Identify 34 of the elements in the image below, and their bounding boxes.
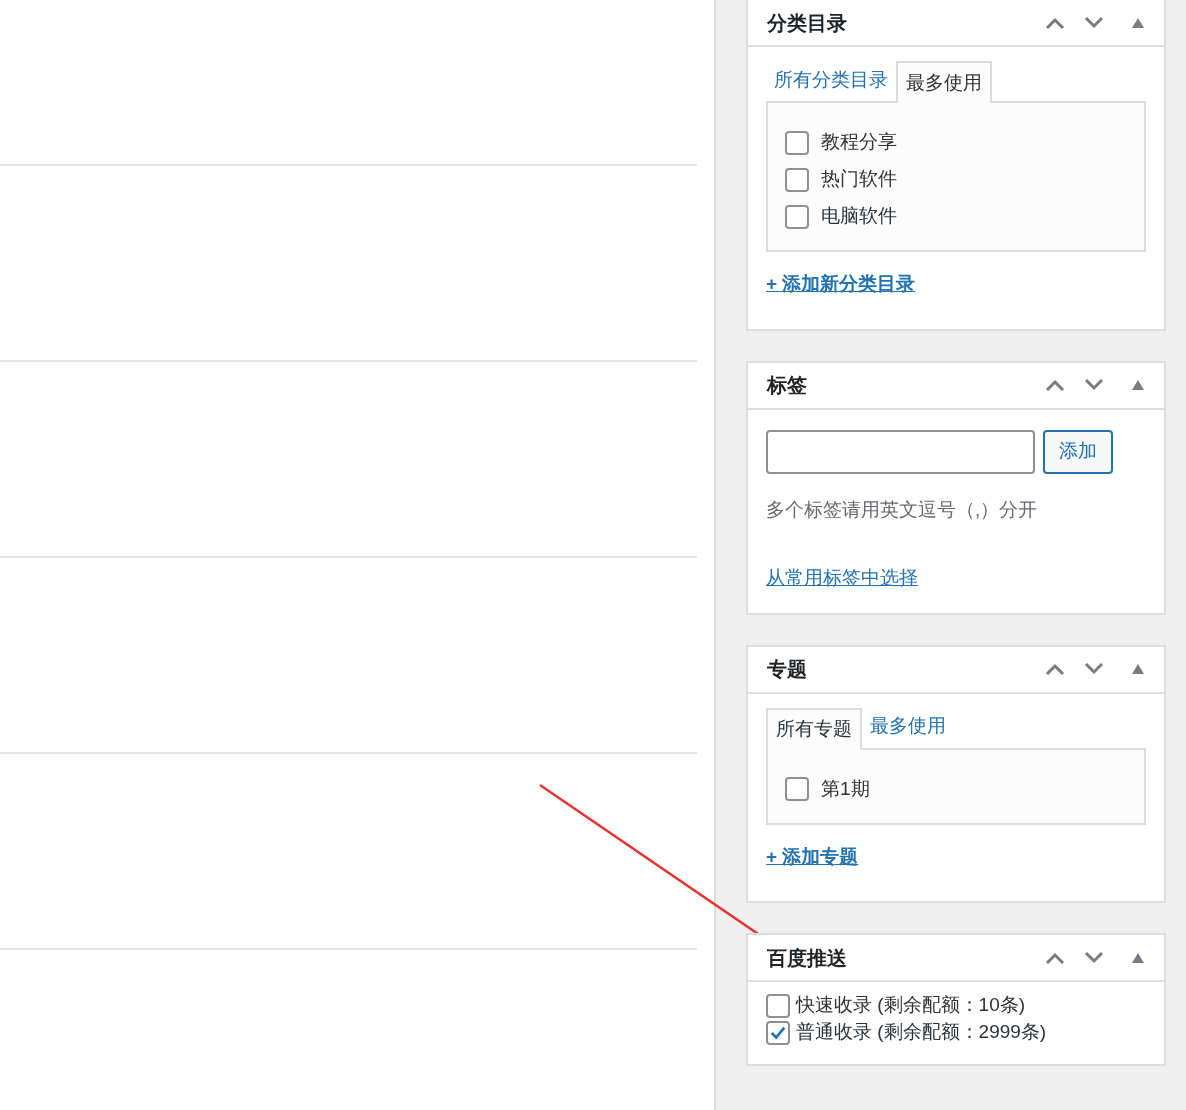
collapse-icon[interactable] xyxy=(1132,17,1144,28)
checkbox-label: 快速收录 (剩余配额：10条) xyxy=(796,993,1026,1018)
move-up-icon[interactable] xyxy=(1045,663,1065,675)
add-link[interactable]: + 添加新分类目录 xyxy=(766,273,916,294)
hint-text: 多个标签请用英文逗号（,）分开 xyxy=(766,497,1038,522)
move-up-icon[interactable] xyxy=(1045,951,1065,964)
checkbox[interactable] xyxy=(766,993,790,1018)
checkbox[interactable] xyxy=(785,204,809,229)
move-down-icon[interactable] xyxy=(1084,951,1104,964)
collapse-icon[interactable] xyxy=(1132,380,1144,390)
checkbox[interactable] xyxy=(766,1020,790,1045)
choose-tags-link[interactable]: 从常用标签中选择 xyxy=(766,567,918,588)
checkbox-label: 热门软件 xyxy=(821,167,897,192)
move-down-icon[interactable] xyxy=(1084,379,1104,391)
tab[interactable]: 所有专题 xyxy=(766,707,862,750)
tab[interactable]: 所有分类目录 xyxy=(766,59,896,101)
move-up-icon[interactable] xyxy=(1045,379,1065,391)
move-down-icon[interactable] xyxy=(1084,16,1104,29)
move-up-icon[interactable] xyxy=(1045,16,1065,29)
add-button[interactable]: 添加 xyxy=(1043,429,1113,474)
collapse-icon[interactable] xyxy=(1132,664,1144,674)
checkbox[interactable] xyxy=(785,167,809,192)
checkbox[interactable] xyxy=(785,130,809,155)
checkbox-label: 普通收录 (剩余配额：2999条) xyxy=(796,1020,1047,1045)
checkbox[interactable] xyxy=(785,777,809,801)
tag-input[interactable] xyxy=(766,429,1035,474)
move-down-icon[interactable] xyxy=(1084,663,1104,675)
collapse-icon[interactable] xyxy=(1132,952,1144,963)
add-link[interactable]: + 添加专题 xyxy=(766,845,859,867)
tab[interactable]: 最多使用 xyxy=(896,61,992,103)
checkbox-label: 教程分享 xyxy=(821,130,897,155)
tab[interactable]: 最多使用 xyxy=(862,705,954,748)
checkbox-label: 第1期 xyxy=(821,776,870,801)
checkbox-label: 电脑软件 xyxy=(821,204,897,229)
